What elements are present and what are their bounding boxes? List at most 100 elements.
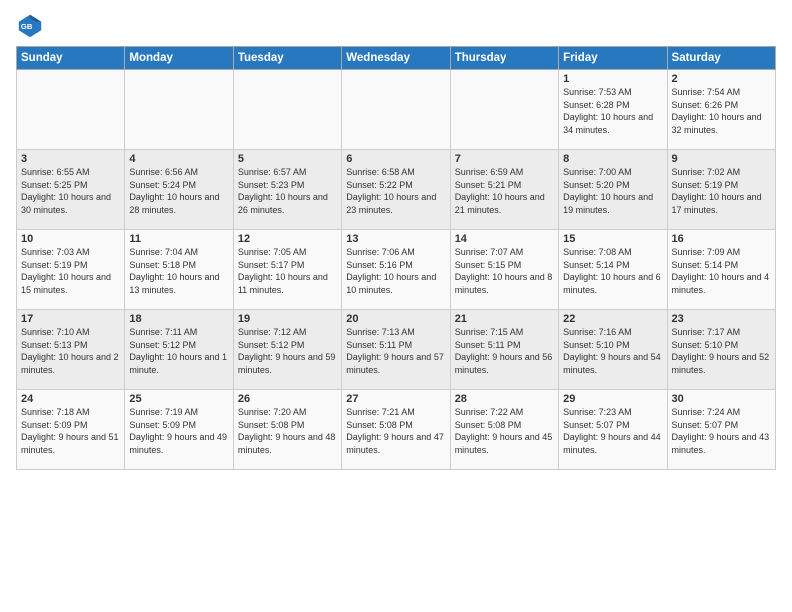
- day-info: Sunrise: 7:08 AM Sunset: 5:14 PM Dayligh…: [563, 246, 662, 296]
- calendar-cell: 16Sunrise: 7:09 AM Sunset: 5:14 PM Dayli…: [667, 230, 775, 310]
- calendar-cell: 21Sunrise: 7:15 AM Sunset: 5:11 PM Dayli…: [450, 310, 558, 390]
- day-number: 19: [238, 313, 337, 325]
- day-info: Sunrise: 7:16 AM Sunset: 5:10 PM Dayligh…: [563, 326, 662, 376]
- page: GB SundayMondayTuesdayWednesdayThursdayF…: [0, 0, 792, 478]
- day-info: Sunrise: 7:53 AM Sunset: 6:28 PM Dayligh…: [563, 86, 662, 136]
- day-info: Sunrise: 7:24 AM Sunset: 5:07 PM Dayligh…: [672, 406, 771, 456]
- day-number: 3: [21, 153, 120, 165]
- calendar-cell: 27Sunrise: 7:21 AM Sunset: 5:08 PM Dayli…: [342, 390, 450, 470]
- calendar-cell: 2Sunrise: 7:54 AM Sunset: 6:26 PM Daylig…: [667, 70, 775, 150]
- day-number: 2: [672, 73, 771, 85]
- calendar-cell: 25Sunrise: 7:19 AM Sunset: 5:09 PM Dayli…: [125, 390, 233, 470]
- calendar-cell: [450, 70, 558, 150]
- day-info: Sunrise: 6:57 AM Sunset: 5:23 PM Dayligh…: [238, 166, 337, 216]
- col-header-tuesday: Tuesday: [233, 47, 341, 70]
- day-number: 27: [346, 393, 445, 405]
- logo-icon: GB: [16, 12, 44, 40]
- day-number: 21: [455, 313, 554, 325]
- week-row-3: 17Sunrise: 7:10 AM Sunset: 5:13 PM Dayli…: [17, 310, 776, 390]
- day-number: 11: [129, 233, 228, 245]
- day-number: 28: [455, 393, 554, 405]
- calendar-cell: 11Sunrise: 7:04 AM Sunset: 5:18 PM Dayli…: [125, 230, 233, 310]
- day-info: Sunrise: 7:22 AM Sunset: 5:08 PM Dayligh…: [455, 406, 554, 456]
- logo: GB: [16, 12, 48, 40]
- day-info: Sunrise: 7:12 AM Sunset: 5:12 PM Dayligh…: [238, 326, 337, 376]
- day-info: Sunrise: 7:20 AM Sunset: 5:08 PM Dayligh…: [238, 406, 337, 456]
- day-number: 25: [129, 393, 228, 405]
- day-info: Sunrise: 7:00 AM Sunset: 5:20 PM Dayligh…: [563, 166, 662, 216]
- calendar-cell: 7Sunrise: 6:59 AM Sunset: 5:21 PM Daylig…: [450, 150, 558, 230]
- col-header-wednesday: Wednesday: [342, 47, 450, 70]
- calendar-cell: 18Sunrise: 7:11 AM Sunset: 5:12 PM Dayli…: [125, 310, 233, 390]
- svg-text:GB: GB: [21, 22, 33, 31]
- day-info: Sunrise: 6:59 AM Sunset: 5:21 PM Dayligh…: [455, 166, 554, 216]
- day-number: 24: [21, 393, 120, 405]
- col-header-saturday: Saturday: [667, 47, 775, 70]
- calendar-cell: 17Sunrise: 7:10 AM Sunset: 5:13 PM Dayli…: [17, 310, 125, 390]
- day-info: Sunrise: 7:18 AM Sunset: 5:09 PM Dayligh…: [21, 406, 120, 456]
- calendar-cell: 5Sunrise: 6:57 AM Sunset: 5:23 PM Daylig…: [233, 150, 341, 230]
- calendar-cell: 23Sunrise: 7:17 AM Sunset: 5:10 PM Dayli…: [667, 310, 775, 390]
- calendar-cell: 22Sunrise: 7:16 AM Sunset: 5:10 PM Dayli…: [559, 310, 667, 390]
- day-number: 16: [672, 233, 771, 245]
- day-info: Sunrise: 7:05 AM Sunset: 5:17 PM Dayligh…: [238, 246, 337, 296]
- calendar-cell: 9Sunrise: 7:02 AM Sunset: 5:19 PM Daylig…: [667, 150, 775, 230]
- calendar-cell: 26Sunrise: 7:20 AM Sunset: 5:08 PM Dayli…: [233, 390, 341, 470]
- calendar-cell: [342, 70, 450, 150]
- day-number: 26: [238, 393, 337, 405]
- day-number: 13: [346, 233, 445, 245]
- day-info: Sunrise: 6:55 AM Sunset: 5:25 PM Dayligh…: [21, 166, 120, 216]
- day-info: Sunrise: 7:10 AM Sunset: 5:13 PM Dayligh…: [21, 326, 120, 376]
- day-number: 29: [563, 393, 662, 405]
- calendar-cell: 8Sunrise: 7:00 AM Sunset: 5:20 PM Daylig…: [559, 150, 667, 230]
- day-number: 6: [346, 153, 445, 165]
- day-info: Sunrise: 7:09 AM Sunset: 5:14 PM Dayligh…: [672, 246, 771, 296]
- calendar-cell: 15Sunrise: 7:08 AM Sunset: 5:14 PM Dayli…: [559, 230, 667, 310]
- day-number: 14: [455, 233, 554, 245]
- calendar-cell: 30Sunrise: 7:24 AM Sunset: 5:07 PM Dayli…: [667, 390, 775, 470]
- day-info: Sunrise: 6:58 AM Sunset: 5:22 PM Dayligh…: [346, 166, 445, 216]
- col-header-thursday: Thursday: [450, 47, 558, 70]
- day-info: Sunrise: 7:07 AM Sunset: 5:15 PM Dayligh…: [455, 246, 554, 296]
- calendar-cell: 12Sunrise: 7:05 AM Sunset: 5:17 PM Dayli…: [233, 230, 341, 310]
- week-row-2: 10Sunrise: 7:03 AM Sunset: 5:19 PM Dayli…: [17, 230, 776, 310]
- calendar-cell: 13Sunrise: 7:06 AM Sunset: 5:16 PM Dayli…: [342, 230, 450, 310]
- col-header-monday: Monday: [125, 47, 233, 70]
- day-info: Sunrise: 7:06 AM Sunset: 5:16 PM Dayligh…: [346, 246, 445, 296]
- day-info: Sunrise: 7:03 AM Sunset: 5:19 PM Dayligh…: [21, 246, 120, 296]
- header: GB: [16, 12, 776, 40]
- day-info: Sunrise: 7:23 AM Sunset: 5:07 PM Dayligh…: [563, 406, 662, 456]
- day-number: 1: [563, 73, 662, 85]
- day-number: 15: [563, 233, 662, 245]
- calendar-cell: 14Sunrise: 7:07 AM Sunset: 5:15 PM Dayli…: [450, 230, 558, 310]
- day-number: 22: [563, 313, 662, 325]
- day-info: Sunrise: 7:19 AM Sunset: 5:09 PM Dayligh…: [129, 406, 228, 456]
- calendar-cell: 28Sunrise: 7:22 AM Sunset: 5:08 PM Dayli…: [450, 390, 558, 470]
- day-number: 17: [21, 313, 120, 325]
- day-number: 5: [238, 153, 337, 165]
- calendar-cell: 1Sunrise: 7:53 AM Sunset: 6:28 PM Daylig…: [559, 70, 667, 150]
- header-row: SundayMondayTuesdayWednesdayThursdayFrid…: [17, 47, 776, 70]
- week-row-1: 3Sunrise: 6:55 AM Sunset: 5:25 PM Daylig…: [17, 150, 776, 230]
- day-info: Sunrise: 7:11 AM Sunset: 5:12 PM Dayligh…: [129, 326, 228, 376]
- calendar-cell: [125, 70, 233, 150]
- day-info: Sunrise: 7:17 AM Sunset: 5:10 PM Dayligh…: [672, 326, 771, 376]
- day-info: Sunrise: 7:13 AM Sunset: 5:11 PM Dayligh…: [346, 326, 445, 376]
- day-number: 20: [346, 313, 445, 325]
- calendar-cell: 20Sunrise: 7:13 AM Sunset: 5:11 PM Dayli…: [342, 310, 450, 390]
- day-number: 18: [129, 313, 228, 325]
- col-header-friday: Friday: [559, 47, 667, 70]
- calendar-cell: [233, 70, 341, 150]
- day-number: 9: [672, 153, 771, 165]
- day-number: 4: [129, 153, 228, 165]
- day-info: Sunrise: 7:54 AM Sunset: 6:26 PM Dayligh…: [672, 86, 771, 136]
- calendar-cell: 3Sunrise: 6:55 AM Sunset: 5:25 PM Daylig…: [17, 150, 125, 230]
- week-row-0: 1Sunrise: 7:53 AM Sunset: 6:28 PM Daylig…: [17, 70, 776, 150]
- day-number: 10: [21, 233, 120, 245]
- day-info: Sunrise: 6:56 AM Sunset: 5:24 PM Dayligh…: [129, 166, 228, 216]
- calendar-cell: 19Sunrise: 7:12 AM Sunset: 5:12 PM Dayli…: [233, 310, 341, 390]
- day-number: 23: [672, 313, 771, 325]
- calendar-cell: 6Sunrise: 6:58 AM Sunset: 5:22 PM Daylig…: [342, 150, 450, 230]
- calendar-cell: 29Sunrise: 7:23 AM Sunset: 5:07 PM Dayli…: [559, 390, 667, 470]
- day-info: Sunrise: 7:21 AM Sunset: 5:08 PM Dayligh…: [346, 406, 445, 456]
